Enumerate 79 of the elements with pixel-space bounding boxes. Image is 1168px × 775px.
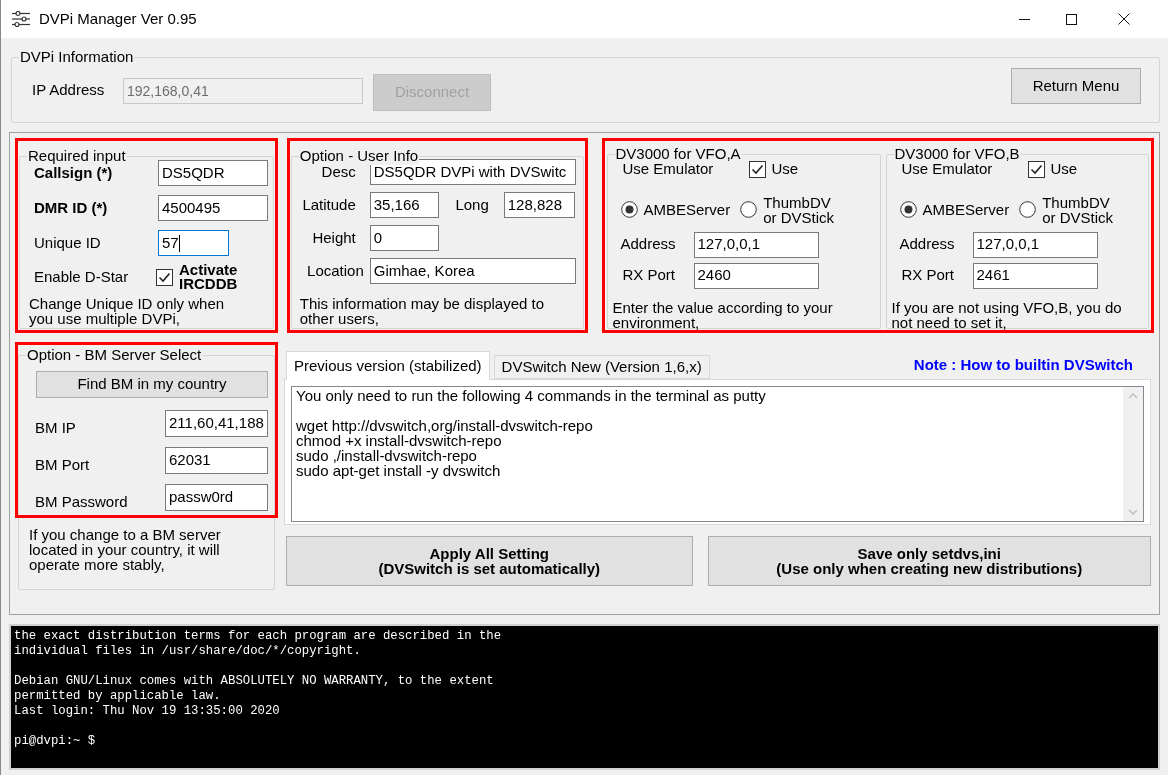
tab[interactable]: DVSwitch New (Version 1,6,x) xyxy=(493,355,710,379)
input-field[interactable]: Gimhae, Korea xyxy=(369,258,576,284)
input-field[interactable]: 127,0,0,1 xyxy=(972,231,1098,258)
terminal-panel[interactable] xyxy=(9,624,1160,770)
field-label: IP Address xyxy=(32,79,106,100)
checkbox[interactable] xyxy=(1027,160,1045,178)
group-title: Option - User Info xyxy=(298,147,420,165)
terminal-line: the exact distribution terms for each program are described in the xyxy=(14,629,503,644)
field-label: DMR ID (*) xyxy=(33,197,109,218)
radio-label: ThumbDV or DVStick xyxy=(1042,194,1115,225)
radio-button[interactable] xyxy=(1019,201,1037,218)
field-label: BM Port xyxy=(34,456,91,474)
note-text: If you change to a BM server located in your country, it will operate more stably, xyxy=(28,527,222,572)
radio-label: ThumbDV or DVStick xyxy=(763,194,836,225)
input-field[interactable]: 2460 xyxy=(693,262,819,289)
field-label: Unique ID xyxy=(33,232,102,253)
terminal-line: Debian GNU/Linux comes with ABSOLUTELY NO WARRANTY, to the extent xyxy=(14,674,495,689)
input-field[interactable]: 127,0,0,1 xyxy=(693,231,819,258)
field-label: Height xyxy=(311,227,356,248)
field-label: Use Emulator xyxy=(622,160,714,179)
group-title: Required input xyxy=(27,147,127,165)
group-title: DV3000 for VFO,B xyxy=(893,145,1021,163)
input-field[interactable]: DS5QDR xyxy=(158,160,268,186)
terminal-line: Last login: Thu Nov 19 13:35:00 2020 xyxy=(14,704,281,719)
radio-button[interactable] xyxy=(620,201,638,218)
group-title: DV3000 for VFO,A xyxy=(614,145,742,163)
text-area[interactable] xyxy=(291,386,1144,522)
field-label: RX Port xyxy=(621,265,676,286)
checkbox[interactable] xyxy=(156,268,173,286)
field-label: Desc xyxy=(321,162,356,182)
tab[interactable]: Previous version (stabilized) xyxy=(286,351,490,380)
field-label: Address xyxy=(620,234,677,255)
action-button[interactable]: Apply All Setting (DVSwitch is set automatically) xyxy=(286,536,693,586)
group-title: Option - BM Server Select xyxy=(26,346,203,364)
input-field[interactable]: 0 xyxy=(369,225,439,251)
field-label: RX Port xyxy=(900,265,955,286)
close-icon[interactable] xyxy=(1118,13,1130,25)
radio-button[interactable] xyxy=(740,201,758,218)
window-title: DVPi Manager Ver 0.95 xyxy=(39,8,197,29)
field-label: Long xyxy=(454,194,489,215)
sliders-icon xyxy=(12,11,30,27)
action-button[interactable]: Save only setdvs,ini (Use only when creating new distributions) xyxy=(707,536,1151,586)
field-label: Use Emulator xyxy=(901,160,993,179)
checkbox-label: Use xyxy=(771,159,799,179)
note-text: Change Unique ID only when you use multiple DVPi, xyxy=(28,296,226,326)
input-field[interactable]: 211,60,41,188 xyxy=(165,410,268,437)
find-bm-button[interactable]: Find BM in my country xyxy=(36,371,268,398)
note-text: If you are not using VFO,B, you do not need to set it, xyxy=(890,299,1123,330)
text-line: sudo apt-get install -y dvswitch xyxy=(296,463,502,478)
checkbox-label: Use xyxy=(1050,159,1078,179)
field-label: BM Password xyxy=(34,493,129,511)
note-link[interactable]: Note : How to builtin DVSwitch xyxy=(913,353,1133,377)
radio-label: AMBEServer xyxy=(643,202,731,217)
field-label: Address xyxy=(899,234,956,255)
checkbox-label: Activate IRCDDB xyxy=(179,263,239,291)
field-label: Callsign (*) xyxy=(34,163,113,183)
input-field[interactable]: 2461 xyxy=(972,262,1098,289)
input-field[interactable]: 62031 xyxy=(165,447,268,474)
input-field[interactable]: 35,166 xyxy=(369,192,439,218)
terminal-line: permitted by applicable law. xyxy=(14,689,222,704)
checkbox[interactable] xyxy=(748,160,766,178)
radio-label: AMBEServer xyxy=(922,202,1010,217)
field-label: Enable D-Star xyxy=(33,266,130,287)
note-text: Enter the value according to your environment, xyxy=(611,299,834,330)
maximize-icon[interactable] xyxy=(1065,13,1077,25)
note-text: This information may be displayed to other users, xyxy=(298,296,546,326)
input-field: 192,168,0,41 xyxy=(123,78,363,104)
terminal-line: pi@dvpi:~ $ xyxy=(14,734,97,749)
text-line: You only need to run the following 4 commands in the terminal as putty xyxy=(296,388,767,403)
field-label: BM IP xyxy=(34,419,77,437)
input-field[interactable]: 4500495 xyxy=(158,195,268,221)
input-field[interactable]: passw0rd xyxy=(165,484,268,511)
radio-button[interactable] xyxy=(899,201,917,218)
input-field[interactable]: 57 xyxy=(158,230,229,256)
terminal-line: individual files in /usr/share/doc/*/copyright. xyxy=(14,644,362,659)
field-label: Latitude xyxy=(301,194,356,215)
field-label: Location xyxy=(306,260,364,281)
input-field[interactable]: 128,828 xyxy=(503,192,575,218)
return-menu-button[interactable]: Return Menu xyxy=(1011,68,1141,104)
